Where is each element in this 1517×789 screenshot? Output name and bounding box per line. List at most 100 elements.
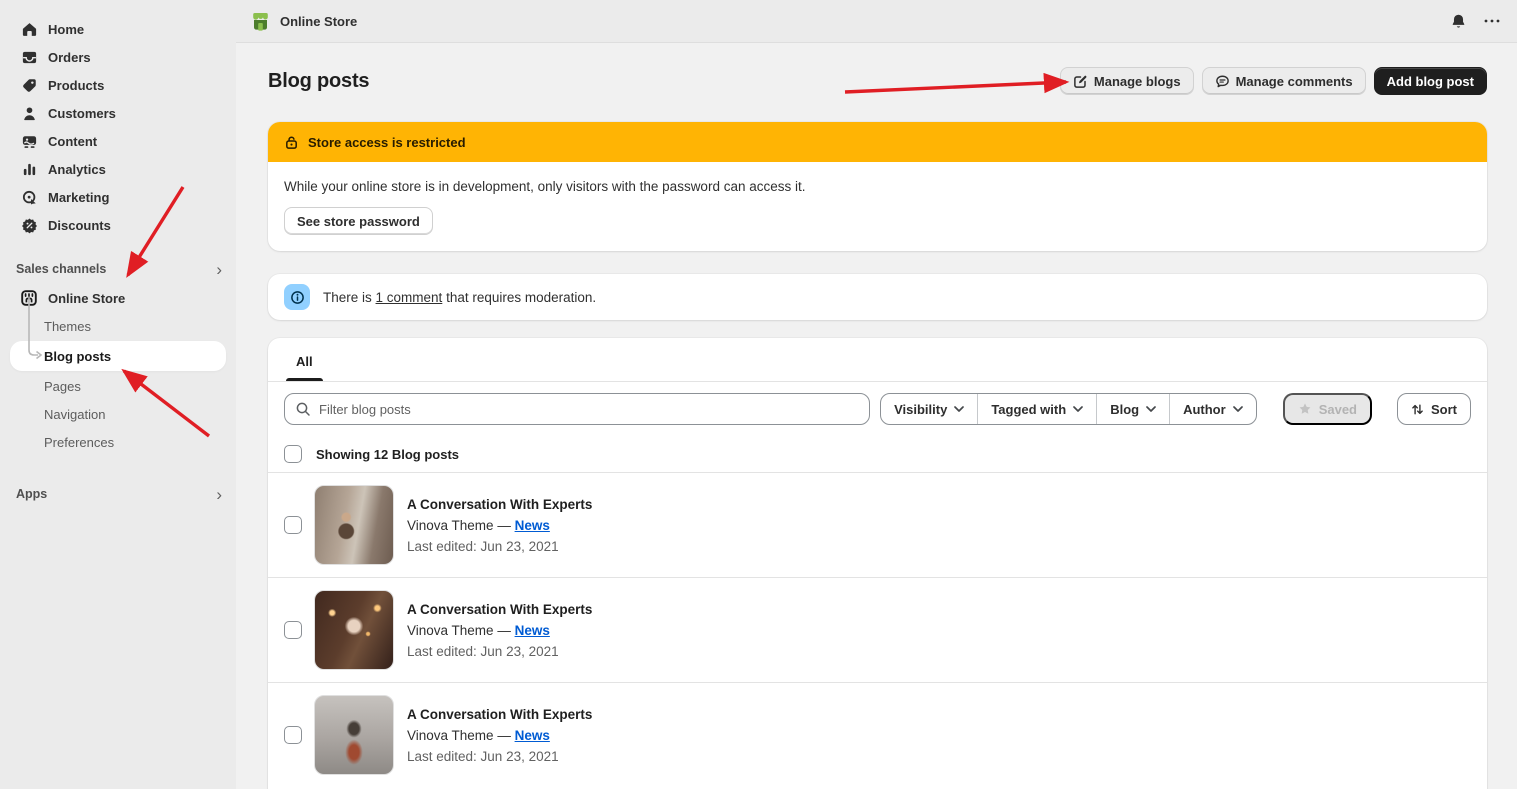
sidebar-item-online-store[interactable]: Online Store [0, 284, 236, 312]
author-filter[interactable]: Author [1169, 394, 1256, 424]
blog-post-thumbnail [314, 590, 394, 670]
row-checkbox[interactable] [284, 726, 302, 744]
discount-icon [20, 216, 38, 234]
topbar-app-name: Online Store [280, 14, 357, 29]
blog-link[interactable]: News [515, 728, 550, 743]
store-access-banner-title: Store access is restricted [308, 135, 466, 150]
blog-post-last-edited: Last edited: Jun 23, 2021 [407, 749, 592, 764]
sidebar: Home Orders Products Customers Content A… [0, 0, 236, 789]
blog-post-row[interactable]: A Conversation With Experts Vinova Theme… [268, 683, 1487, 787]
sidebar-item-label: Marketing [48, 190, 109, 205]
star-icon [1298, 402, 1312, 416]
filter-group: Visibility Tagged with Blog Author [880, 393, 1257, 425]
blog-post-title[interactable]: A Conversation With Experts [407, 602, 592, 617]
sidebar-item-home[interactable]: Home [0, 15, 236, 43]
blog-post-last-edited: Last edited: Jun 23, 2021 [407, 644, 592, 659]
filter-toolbar: Visibility Tagged with Blog Author [268, 382, 1487, 436]
select-all-checkbox[interactable] [284, 445, 302, 463]
store-access-banner: Store access is restricted While your on… [268, 122, 1487, 251]
comment-bubble-icon [1215, 74, 1230, 89]
bar-chart-icon [20, 160, 38, 178]
sidebar-item-label: Home [48, 22, 84, 37]
edit-compose-icon [1073, 74, 1088, 89]
sidebar-item-pages[interactable]: Pages [0, 372, 236, 400]
page-title: Blog posts [268, 70, 369, 93]
sidebar-item-label: Orders [48, 50, 91, 65]
main-area: Online Store Blog posts Manage blogs Man… [236, 0, 1517, 789]
sidebar-item-navigation[interactable]: Navigation [0, 400, 236, 428]
sidebar-item-blog-posts[interactable]: Blog posts [10, 341, 226, 371]
tag-icon [20, 76, 38, 94]
blog-link[interactable]: News [515, 518, 550, 533]
store-access-banner-header: Store access is restricted [268, 122, 1487, 162]
add-blog-post-button[interactable]: Add blog post [1374, 67, 1487, 95]
sidebar-section-apps[interactable]: Apps › [0, 480, 236, 508]
chevron-down-icon [1146, 406, 1156, 412]
topbar: Online Store [236, 0, 1517, 43]
sidebar-item-label: Discounts [48, 218, 111, 233]
blog-post-byline: Vinova Theme — News [407, 518, 592, 533]
comment-moderation-link[interactable]: 1 comment [376, 290, 443, 305]
app-window: Home Orders Products Customers Content A… [0, 0, 1517, 789]
sidebar-item-content[interactable]: Content [0, 127, 236, 155]
notifications-bell-icon[interactable] [1450, 13, 1467, 30]
storefront-icon [20, 289, 38, 307]
moderation-message: There is 1 comment that requires moderat… [323, 290, 596, 305]
blog-post-byline: Vinova Theme — News [407, 623, 592, 638]
sidebar-item-products[interactable]: Products [0, 71, 236, 99]
blog-filter[interactable]: Blog [1096, 394, 1169, 424]
sidebar-item-themes[interactable]: Themes [0, 312, 236, 340]
blog-post-title[interactable]: A Conversation With Experts [407, 707, 592, 722]
tagged-with-filter[interactable]: Tagged with [977, 394, 1096, 424]
sidebar-item-customers[interactable]: Customers [0, 99, 236, 127]
sidebar-item-label: Products [48, 78, 104, 93]
lock-icon [284, 135, 299, 150]
sidebar-item-analytics[interactable]: Analytics [0, 155, 236, 183]
blog-post-title[interactable]: A Conversation With Experts [407, 497, 592, 512]
saved-button[interactable]: Saved [1283, 393, 1372, 425]
sidebar-item-preferences[interactable]: Preferences [0, 428, 236, 456]
chevron-right-icon: › [216, 486, 222, 503]
blog-post-row[interactable]: A Conversation With Experts Vinova Theme… [268, 473, 1487, 578]
chevron-right-icon: › [216, 261, 222, 278]
page-content: Blog posts Manage blogs Manage comments … [236, 43, 1517, 789]
visibility-filter[interactable]: Visibility [881, 394, 977, 424]
page-header: Blog posts Manage blogs Manage comments … [268, 67, 1487, 95]
tab-all[interactable]: All [284, 346, 325, 381]
chevron-down-icon [1233, 406, 1243, 412]
sidebar-item-label: Analytics [48, 162, 106, 177]
blog-posts-card: All Visibility Tagged with [268, 338, 1487, 789]
blog-post-thumbnail [314, 485, 394, 565]
manage-comments-button[interactable]: Manage comments [1202, 67, 1366, 95]
row-checkbox[interactable] [284, 621, 302, 639]
orders-icon [20, 48, 38, 66]
home-icon [20, 20, 38, 38]
blog-link[interactable]: News [515, 623, 550, 638]
sort-button[interactable]: Sort [1397, 393, 1471, 425]
blog-post-last-edited: Last edited: Jun 23, 2021 [407, 539, 592, 554]
online-store-subnav: Themes Blog posts Pages Navigation Prefe… [0, 312, 236, 456]
tabs-bar: All [268, 338, 1487, 382]
chevron-down-icon [954, 406, 964, 412]
chevron-down-icon [1073, 406, 1083, 412]
sidebar-item-discounts[interactable]: Discounts [0, 211, 236, 239]
sidebar-item-orders[interactable]: Orders [0, 43, 236, 71]
sidebar-item-label: Online Store [48, 291, 125, 306]
see-store-password-button[interactable]: See store password [284, 207, 433, 235]
sidebar-item-label: Content [48, 134, 97, 149]
search-icon [295, 401, 311, 417]
person-icon [20, 104, 38, 122]
row-checkbox[interactable] [284, 516, 302, 534]
target-icon [20, 188, 38, 206]
manage-blogs-button[interactable]: Manage blogs [1060, 67, 1194, 95]
more-options-icon[interactable] [1483, 18, 1501, 24]
sidebar-section-sales-channels[interactable]: Sales channels › [0, 255, 236, 283]
sidebar-item-label: Customers [48, 106, 116, 121]
sidebar-item-marketing[interactable]: Marketing [0, 183, 236, 211]
content-icon [20, 132, 38, 150]
moderation-info-banner: There is 1 comment that requires moderat… [268, 274, 1487, 320]
blog-post-row[interactable]: A Conversation With Experts Vinova Theme… [268, 578, 1487, 683]
filter-blog-posts-input[interactable] [284, 393, 870, 425]
info-icon [284, 284, 310, 310]
list-summary-row: Showing 12 Blog posts [268, 436, 1487, 473]
